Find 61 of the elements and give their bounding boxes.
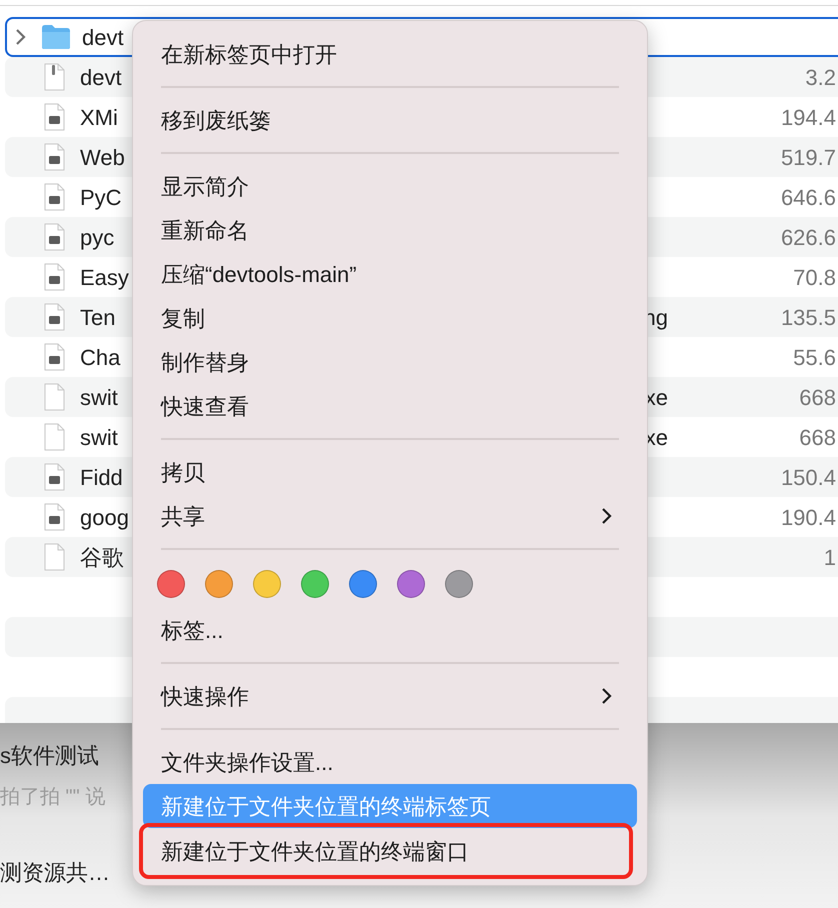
menu-item[interactable]: 标签... [143, 608, 637, 652]
disk-image-file-icon [42, 263, 66, 291]
disk-image-file-icon [42, 303, 66, 331]
document-icon [42, 543, 66, 571]
file-name: Fidd [80, 464, 123, 492]
menu-item[interactable]: 拷贝 [143, 450, 637, 494]
file-name: Easy [80, 264, 129, 292]
menu-item[interactable]: 文件夹操作设置... [143, 740, 637, 784]
disk-image-file-icon [42, 503, 66, 531]
file-name: 谷歌 [80, 544, 124, 572]
file-size: 70.8 [792, 264, 837, 292]
disk-image-file-icon [42, 183, 66, 211]
disk-image-file-icon [42, 143, 66, 171]
file-name: swit [80, 384, 118, 412]
disclosure-chevron-icon [15, 28, 27, 46]
menu-item[interactable]: 压缩“devtools-main” [143, 252, 637, 296]
menu-item[interactable]: 复制 [143, 296, 637, 340]
disk-image-file-icon [42, 103, 66, 131]
file-name: devt [82, 24, 124, 52]
file-name: Ten [80, 304, 116, 332]
document-icon [42, 383, 66, 411]
file-name: pyc [80, 224, 114, 252]
file-name: XMi [80, 104, 118, 132]
file-name: PyC [80, 184, 122, 212]
menu-item[interactable]: 移到废纸篓 [143, 98, 637, 142]
file-size: 194.4 [780, 104, 837, 132]
menu-item[interactable]: 制作替身 [143, 340, 637, 384]
file-size: 3.2 [804, 64, 837, 92]
menu-item[interactable]: 在新标签页中打开 [143, 32, 637, 76]
file-size: 55.6 [792, 344, 837, 372]
disk-image-file-icon [42, 343, 66, 371]
file-name: devt [80, 64, 122, 92]
file-size: 668 [798, 424, 837, 452]
menu-item[interactable]: 重新命名 [143, 208, 637, 252]
disk-image-file-icon [42, 463, 66, 491]
disk-image-file-icon [42, 223, 66, 251]
folder-icon [41, 24, 71, 50]
menu-item[interactable]: 共享 [143, 494, 637, 538]
file-name: Web [80, 144, 125, 172]
chat-title: 测资源共… [0, 859, 110, 887]
menu-item[interactable]: 显示简介 [143, 164, 637, 208]
document-icon [42, 423, 66, 451]
submenu-chevron-icon [601, 687, 613, 705]
submenu-chevron-icon [601, 507, 613, 525]
zip-file-icon [42, 63, 66, 91]
file-name: swit [80, 424, 118, 452]
menu-item[interactable]: 快速查看 [143, 384, 637, 428]
menu-item[interactable]: 快速操作 [143, 674, 637, 718]
menu-item[interactable]: 新建位于文件夹位置的终端窗口 [139, 823, 633, 879]
file-size: 519.7 [780, 144, 837, 172]
file-size: 646.6 [780, 184, 837, 212]
file-size: 668 [798, 384, 837, 412]
file-size: 150.4 [780, 464, 837, 492]
file-size: 1 [822, 544, 837, 572]
chat-preview: 拍了拍 "" 说 [0, 785, 106, 810]
file-size: 190.4 [780, 504, 837, 532]
file-name: goog [80, 504, 129, 532]
chat-title: s软件测试 [0, 742, 99, 770]
file-size: 135.5 [780, 304, 837, 332]
file-name: Cha [80, 344, 120, 372]
file-size: 626.6 [780, 224, 837, 252]
